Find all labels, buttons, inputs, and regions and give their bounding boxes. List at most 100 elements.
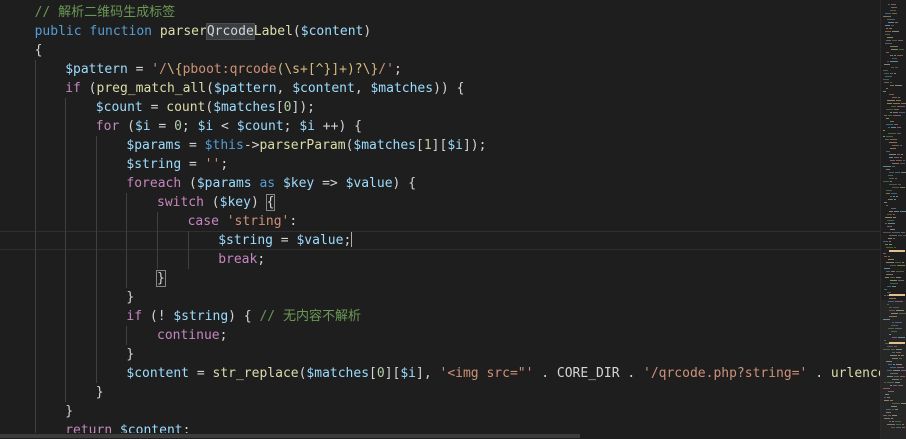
code-area[interactable]: // 解析二维码生成标签 public function parserQrcode… <box>0 0 880 439</box>
code-line[interactable]: foreach ($params as $key => $value) { <box>0 174 880 193</box>
minimap-mark <box>889 157 893 158</box>
code-line[interactable]: // 解析二维码生成标签 <box>0 3 880 22</box>
minimap-mark <box>890 367 896 368</box>
minimap-mark <box>898 385 903 386</box>
code-token-punc: -> <box>243 138 260 153</box>
minimap-mark <box>892 163 899 164</box>
code-line[interactable]: break; <box>0 250 880 269</box>
minimap-mark <box>885 394 889 395</box>
code-line[interactable]: public function parserQrcodeLabel($conte… <box>0 22 880 41</box>
code-line[interactable]: $pattern = '/\{pboot:qrcode(\s+[^}]+)?\}… <box>0 60 880 79</box>
minimap-mark <box>889 334 891 335</box>
indent-guide <box>34 117 36 136</box>
minimap-mark <box>896 352 901 353</box>
minimap-mark <box>893 307 899 308</box>
indent-guide <box>65 174 67 193</box>
minimap-mark <box>897 127 901 128</box>
indent-guide <box>34 345 36 364</box>
code-line[interactable]: switch ($key) { <box>0 193 880 212</box>
code-line[interactable]: for ($i = 0; $i < $count; $i ++) { <box>0 117 880 136</box>
code-token-fn: count <box>166 100 206 115</box>
minimap-mark <box>886 52 889 53</box>
minimap-mark <box>889 421 891 422</box>
code-line-current[interactable]: $string = $value; <box>0 231 880 250</box>
indent-guide <box>95 155 97 174</box>
minimap-mark <box>884 202 887 203</box>
minimap-mark <box>896 160 902 161</box>
code-token-var: $i <box>400 366 417 381</box>
minimap-mark <box>889 244 892 245</box>
code-token-punc: ) <box>363 24 372 39</box>
minimap-mark <box>890 277 895 278</box>
code-line[interactable]: continue; <box>0 326 880 345</box>
code-line[interactable]: { <box>0 41 880 60</box>
code-text: } <box>126 345 134 364</box>
minimap-mark <box>886 151 890 152</box>
minimap-mark <box>898 40 903 41</box>
code-editor[interactable]: // 解析二维码生成标签 public function parserQrcode… <box>0 0 906 439</box>
code-line[interactable]: $count = count($matches[0]); <box>0 98 880 117</box>
minimap-mark <box>885 43 892 44</box>
code-line[interactable]: } <box>0 345 880 364</box>
code-line[interactable]: } <box>0 402 880 421</box>
minimap-mark <box>900 157 902 158</box>
minimap-mark <box>884 382 886 383</box>
minimap-mark <box>886 274 893 275</box>
minimap-mark <box>897 367 904 368</box>
code-text: $string = ''; <box>126 155 228 174</box>
minimap-mark <box>885 34 890 35</box>
code-token-ctrl: switch <box>157 195 204 210</box>
minimap-mark <box>890 112 892 113</box>
horizontal-scrollbar-thumb[interactable] <box>0 434 580 438</box>
minimap-mark <box>893 385 897 386</box>
minimap-mark <box>895 301 903 302</box>
minimap-mark <box>900 163 905 164</box>
minimap-mark <box>891 418 893 419</box>
minimap-mark <box>891 127 896 128</box>
minimap-mark <box>888 328 894 329</box>
code-token-punc <box>275 176 283 191</box>
horizontal-scrollbar[interactable] <box>0 433 880 439</box>
indent-guide <box>95 212 97 231</box>
minimap-mark <box>902 262 904 263</box>
code-line[interactable]: $content = str_replace($matches[0][$i], … <box>0 364 880 383</box>
minimap[interactable] <box>880 0 906 439</box>
code-token-var: $i <box>197 119 214 134</box>
code-token-kw: public <box>34 24 82 39</box>
minimap-mark <box>883 415 887 416</box>
minimap-mark <box>893 103 900 104</box>
code-token-ctrl: foreach <box>126 176 182 191</box>
code-token-punc: ; <box>219 328 228 343</box>
minimap-mark <box>888 223 895 224</box>
indent-guide <box>34 250 36 269</box>
minimap-mark <box>886 118 889 119</box>
code-line[interactable]: } <box>0 288 880 307</box>
code-line[interactable]: } <box>0 269 880 288</box>
indent-guide <box>95 193 97 212</box>
minimap-mark <box>885 244 888 245</box>
minimap-mark <box>891 406 897 407</box>
minimap-mark <box>893 196 895 197</box>
code-line[interactable]: if (! $string) { // 无内容不解析 <box>0 307 880 326</box>
code-token-punc: ) <box>250 195 267 210</box>
minimap-mark <box>891 427 895 428</box>
code-line[interactable]: } <box>0 383 880 402</box>
minimap-mark <box>886 190 892 191</box>
code-line[interactable]: if (preg_match_all($pattern, $content, $… <box>0 79 880 98</box>
code-line[interactable]: $params = $this->parserParam($matches[1]… <box>0 136 880 155</box>
code-token-punc <box>152 24 160 39</box>
code-line[interactable]: $string = ''; <box>0 155 880 174</box>
indent-guide <box>95 364 97 383</box>
minimap-mark <box>887 376 893 377</box>
minimap-mark <box>903 160 905 161</box>
indent-guide <box>95 250 97 269</box>
minimap-mark <box>893 115 901 116</box>
indent-guide <box>95 345 97 364</box>
minimap-mark <box>887 397 890 398</box>
minimap-mark <box>891 49 898 50</box>
minimap-mark <box>890 10 896 11</box>
code-line[interactable]: case 'string': <box>0 212 880 231</box>
code-token-punc: ; <box>181 119 198 134</box>
minimap-mark <box>885 223 887 224</box>
code-token-punc: = <box>189 366 213 381</box>
